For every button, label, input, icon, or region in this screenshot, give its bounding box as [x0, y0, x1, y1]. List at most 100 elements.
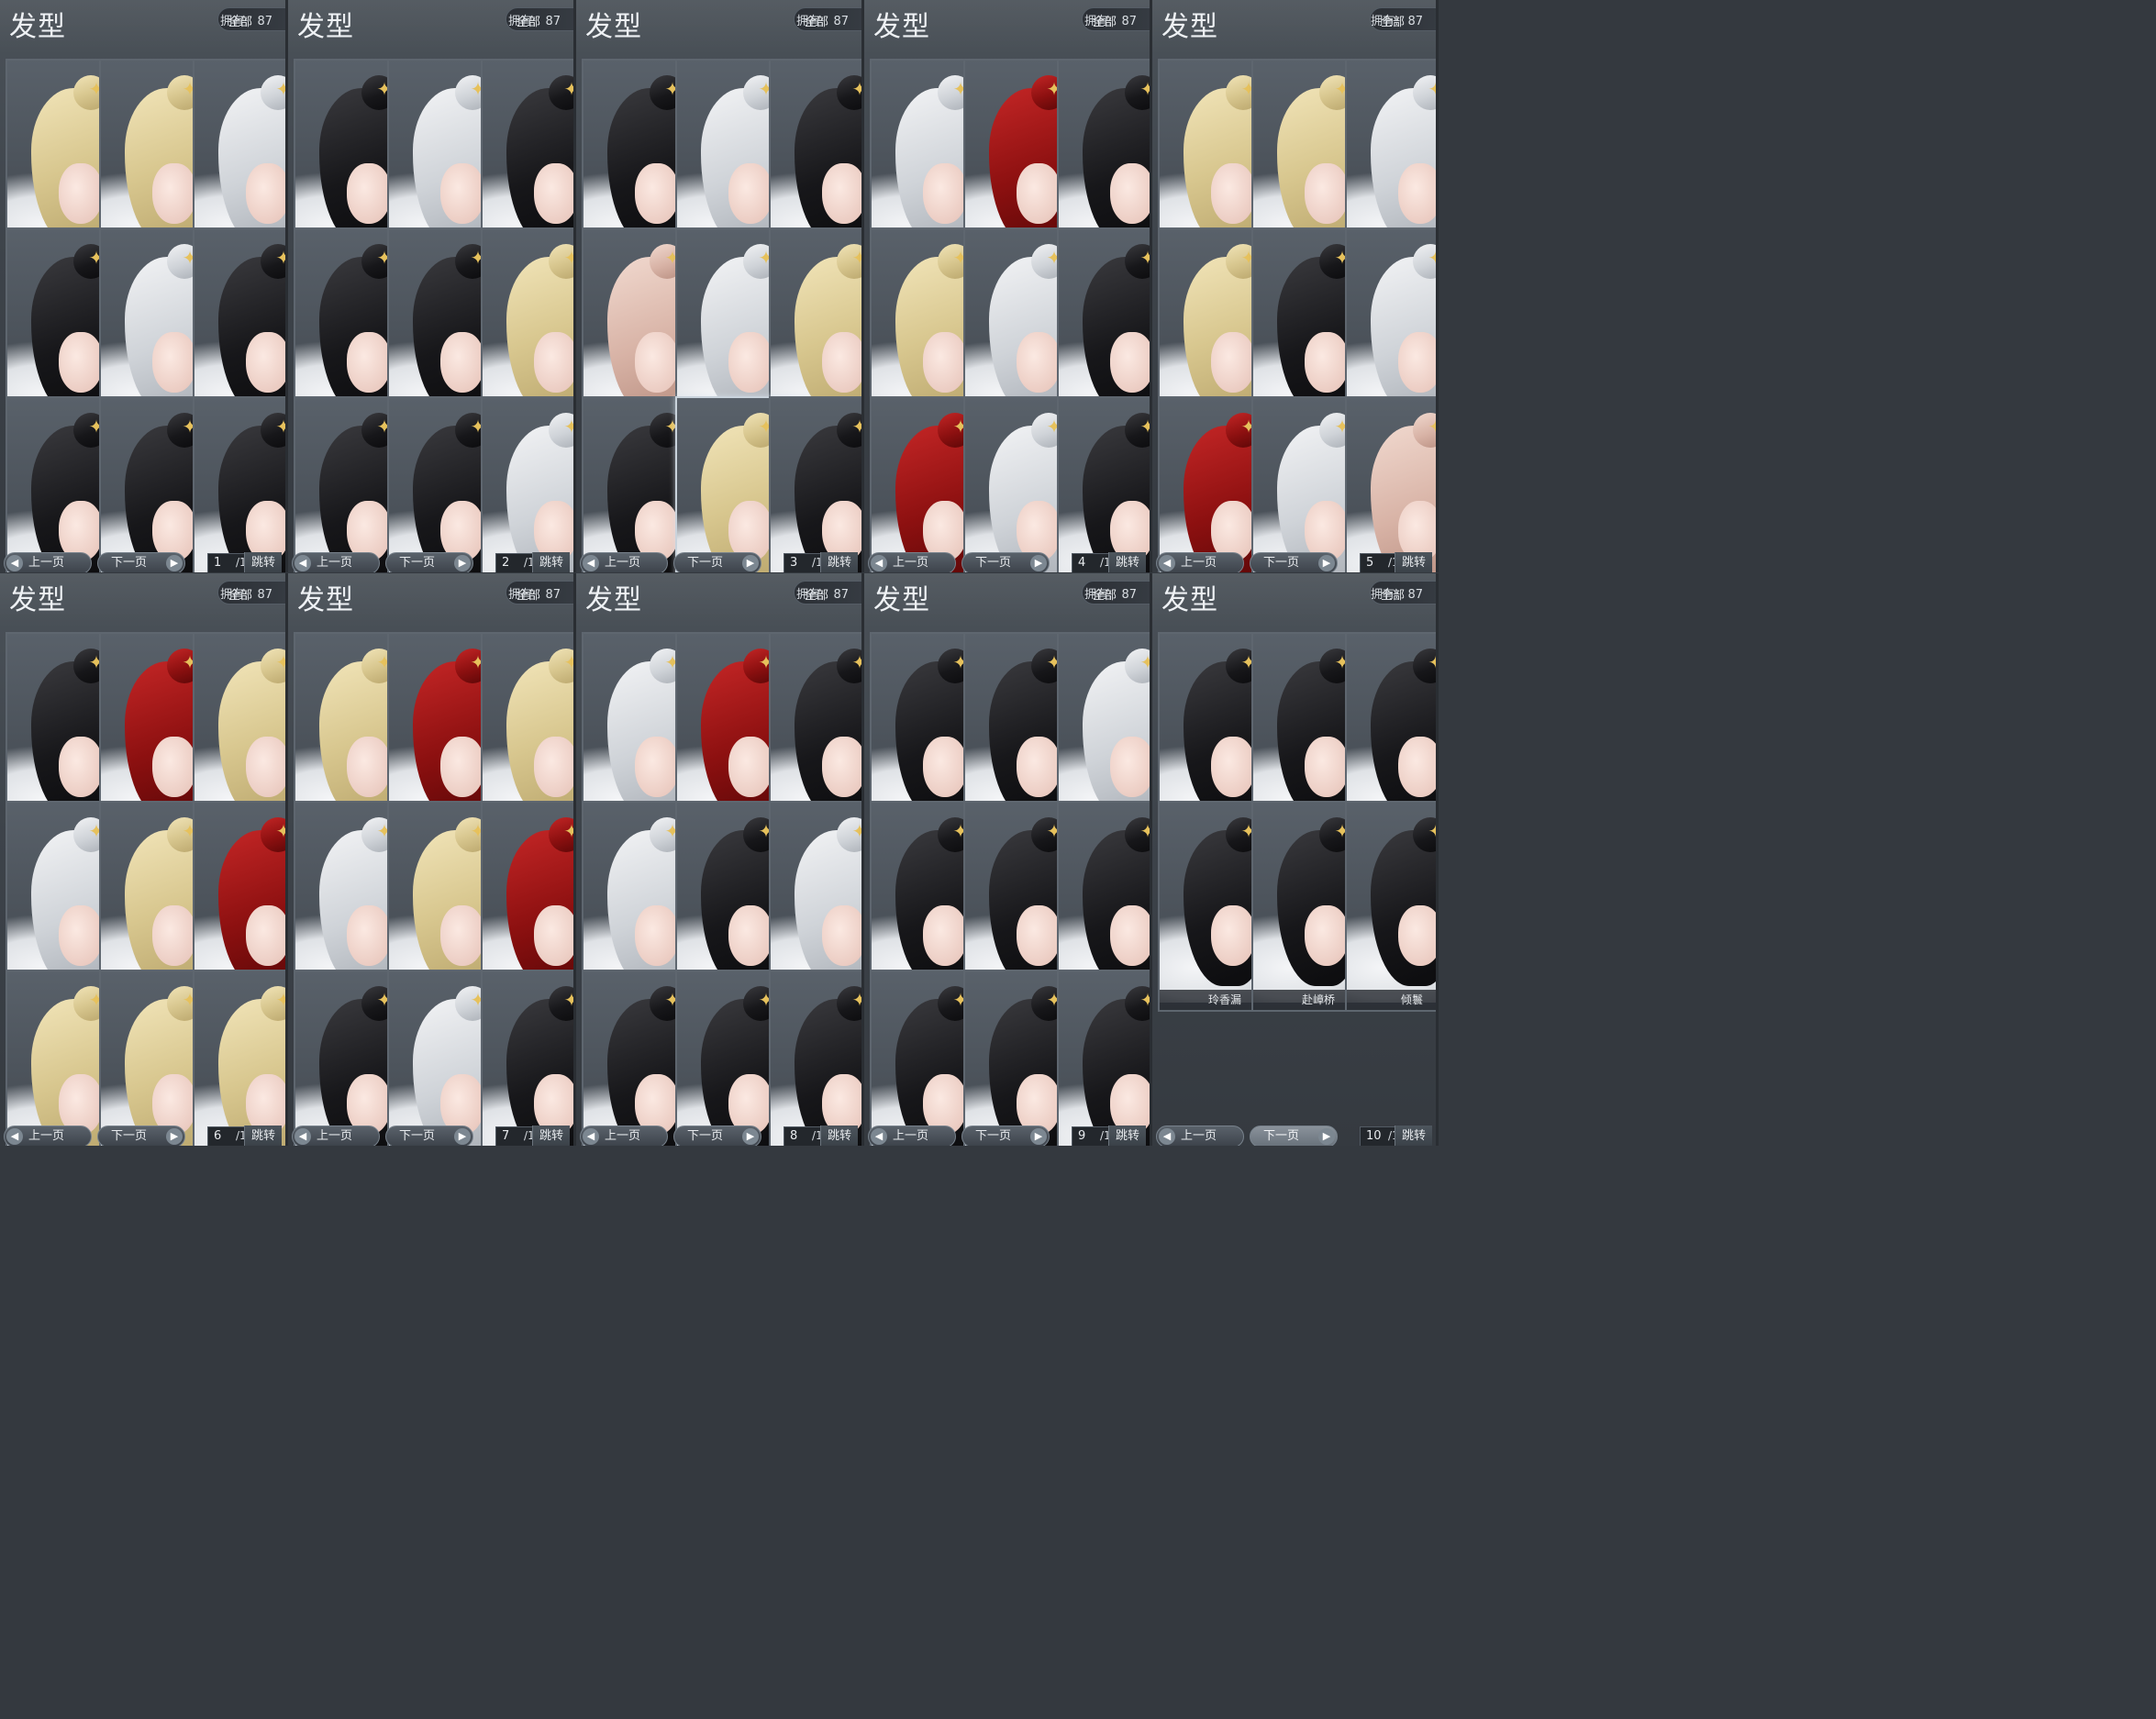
prev-page-button[interactable]: ◀ 上一页 [292, 1126, 380, 1146]
hairstyle-panel: 发型全部▼拥有:87✦✓金发·琼霜✦✓金发·天山月明✦✓曼纱旋舞·白发✦✓金发·… [1152, 0, 1439, 572]
face-preview [1017, 163, 1061, 224]
jump-button[interactable]: 跳转 [1395, 1126, 1432, 1146]
face-preview [822, 737, 861, 797]
face-preview [440, 332, 484, 393]
hairstyle-card[interactable]: ✦✓龙宫舞·柔云 [481, 970, 573, 1146]
prev-page-button[interactable]: ◀ 上一页 [1156, 1126, 1244, 1146]
ornament-icon: ✦ [1426, 821, 1436, 841]
owned-value: 87 [1407, 588, 1423, 602]
next-page-button[interactable]: 下一页 ▶ [1250, 1126, 1338, 1146]
hairstyle-card[interactable]: ✦✓倾鬟 [1345, 801, 1436, 1012]
next-page-button[interactable]: 下一页 ▶ [1250, 552, 1338, 572]
next-page-button[interactable]: 下一页 ▶ [673, 1126, 761, 1146]
owned-label: 拥有: [220, 15, 249, 28]
owned-label: 拥有: [508, 588, 537, 602]
jump-button[interactable]: 跳转 [1108, 1126, 1146, 1146]
face-preview [534, 163, 573, 224]
jump-button[interactable]: 跳转 [532, 552, 570, 572]
owned-count: 拥有: 87 [1371, 584, 1423, 602]
hairstyle-panel: 发型全部▼拥有:87✦✓点轻铢✦✓玉声别✦✓解霜✦✓纤秾+绞✦✓倾鬟+绞✦✓倾鬟… [864, 573, 1152, 1146]
face-preview [728, 332, 772, 393]
face-preview [347, 905, 391, 966]
owned-value: 87 [257, 588, 272, 602]
ornament-icon: ✦ [850, 990, 861, 1010]
arrow-right-icon: ▶ [166, 1128, 183, 1145]
hairstyle-card[interactable]: ✦✓飞天舞阙·黑发 [1057, 396, 1150, 572]
hairstyle-card[interactable]: ✦✓金发·洛邑琉华 [1345, 396, 1436, 572]
face-preview [440, 163, 484, 224]
next-page-label: 下一页 [1263, 556, 1300, 570]
hairstyle-card[interactable]: ✦✓一点沧洲·璇路·黑发 [193, 396, 285, 572]
next-page-button[interactable]: 下一页 ▶ [97, 552, 185, 572]
hairstyle-card[interactable]: ✦✓黑发·映云鬓 [769, 396, 861, 572]
face-preview [152, 332, 196, 393]
prev-page-label: 上一页 [28, 1129, 65, 1143]
owned-value: 87 [1121, 15, 1137, 28]
prev-page-button[interactable]: ◀ 上一页 [580, 552, 668, 572]
pagination: ◀上一页下一页▶10/10跳转 [1156, 1126, 1432, 1146]
ornament-icon: ✦ [1426, 79, 1436, 99]
face-preview [440, 737, 484, 797]
next-page-button[interactable]: 下一页 ▶ [385, 552, 473, 572]
owned-value: 87 [833, 588, 849, 602]
next-page-button[interactable]: 下一页 ▶ [385, 1126, 473, 1146]
next-page-button[interactable]: 下一页 ▶ [961, 1126, 1050, 1146]
jump-button[interactable]: 跳转 [532, 1126, 570, 1146]
prev-page-button[interactable]: ◀ 上一页 [868, 1126, 956, 1146]
jump-button[interactable]: 跳转 [244, 552, 282, 572]
face-preview [822, 905, 861, 966]
ornament-icon: ✦ [1138, 248, 1150, 268]
arrow-left-icon: ◀ [295, 1128, 311, 1145]
face-preview [1398, 905, 1436, 966]
face-preview [923, 163, 967, 224]
panel-title: 发型 [9, 11, 66, 43]
pagination: ◀上一页下一页▶4/10跳转 [868, 552, 1146, 572]
jump-button[interactable]: 跳转 [820, 1126, 858, 1146]
face-preview [635, 163, 679, 224]
next-page-button[interactable]: 下一页 ▶ [961, 552, 1050, 572]
prev-page-button[interactable]: ◀ 上一页 [868, 552, 956, 572]
prev-page-button[interactable]: ◀ 上一页 [580, 1126, 668, 1146]
ornament-icon: ✦ [850, 416, 861, 437]
panel-title: 发型 [1161, 11, 1218, 43]
face-preview [1398, 737, 1436, 797]
owned-label: 拥有: [1371, 588, 1399, 602]
owned-value: 87 [833, 15, 849, 28]
prev-page-button[interactable]: ◀ 上一页 [4, 1126, 92, 1146]
face-preview [635, 737, 679, 797]
face-preview [246, 905, 285, 966]
hairstyle-card[interactable]: ✦✓金发·浮生乐 [193, 970, 285, 1146]
face-preview [1110, 163, 1150, 224]
next-page-button[interactable]: 下一页 ▶ [97, 1126, 185, 1146]
panel-title: 发型 [585, 11, 642, 43]
face-preview [822, 163, 861, 224]
screenshot-grid: 发型全部▼拥有:87✦✓玄江·金发✦✓月下曲·霜前·金发✦✓玉刹芳华·白发✦✓玉… [0, 0, 2156, 1719]
face-preview [1305, 737, 1349, 797]
hairstyle-card[interactable]: ✦✓孺鬟+绞+缕 [1057, 970, 1150, 1146]
pagination: ◀上一页下一页▶1/10跳转 [4, 552, 282, 572]
ornament-icon: ✦ [561, 821, 573, 841]
hairstyle-panel: 发型全部▼拥有:87✦✓择羽化云·黑发✦✓红发·流焰飞阙✦✓金发·琉璃卷云✦✓霜… [0, 573, 288, 1146]
hairstyle-card[interactable]: ✦✓坤碧秋 [769, 970, 861, 1146]
jump-button[interactable]: 跳转 [1395, 552, 1432, 572]
jump-button[interactable]: 跳转 [1108, 552, 1146, 572]
prev-page-button[interactable]: ◀ 上一页 [292, 552, 380, 572]
hairstyle-panel: 发型全部▼拥有:87✦✓孺鬟+燕+缕✦✓宵续+绞+缕✦✓春光敲✦✓玲香漏✦✓赴嶂… [1152, 573, 1439, 1146]
ornament-icon: ✦ [273, 79, 285, 99]
prev-page-button[interactable]: ◀ 上一页 [1156, 552, 1244, 572]
jump-button[interactable]: 跳转 [244, 1126, 282, 1146]
face-preview [246, 332, 285, 393]
prev-page-button[interactable]: ◀ 上一页 [4, 552, 92, 572]
arrow-left-icon: ◀ [1159, 1128, 1175, 1145]
face-preview [1110, 332, 1150, 393]
ornament-icon: ✦ [1426, 248, 1436, 268]
next-page-button[interactable]: 下一页 ▶ [673, 552, 761, 572]
ornament-icon: ✦ [1426, 652, 1436, 672]
ornament-icon: ✦ [1138, 821, 1150, 841]
face-preview [347, 332, 391, 393]
face-preview [152, 905, 196, 966]
hairstyle-panel: 发型全部▼拥有:87✦✓稚梦童欢·貂·黑发✦✓幽而侧分·白发✦✓幽而侧分·黑发✦… [576, 0, 864, 572]
hairstyle-card[interactable]: ✦✓稚梦童欢·貂·白发 [481, 396, 573, 572]
jump-button[interactable]: 跳转 [820, 552, 858, 572]
face-preview [923, 905, 967, 966]
